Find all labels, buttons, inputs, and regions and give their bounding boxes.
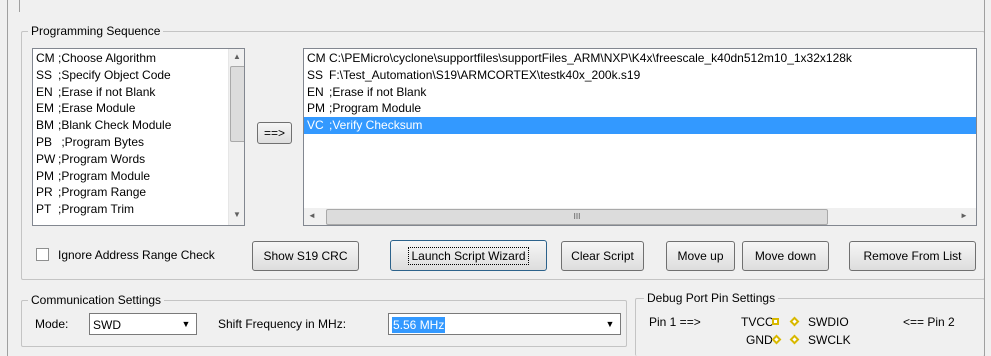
script-list-item-code: PM bbox=[307, 101, 325, 116]
script-list-hscrollbar[interactable]: ◄ III ► bbox=[304, 208, 976, 225]
show-s19-crc-label: Show S19 CRC bbox=[263, 249, 348, 263]
tvcc-pin-square-icon bbox=[772, 318, 779, 325]
move-down-button[interactable]: Move down bbox=[742, 241, 829, 271]
script-list-item[interactable]: EN ;Erase if not Blank bbox=[304, 84, 976, 101]
clear-script-label: Clear Script bbox=[571, 249, 634, 263]
command-list-item-description: ;Blank Check Module bbox=[58, 118, 172, 133]
command-list-item-description: ;Erase if not Blank bbox=[58, 84, 156, 99]
command-list-item-code: PR bbox=[36, 185, 53, 200]
dropdown-arrow-icon[interactable]: ▼ bbox=[601, 315, 619, 333]
swclk-label: SWCLK bbox=[808, 333, 851, 347]
command-list-item-description: ;Program Bytes bbox=[58, 135, 145, 149]
command-list-item-description: ;Program Range bbox=[58, 185, 147, 200]
command-list[interactable]: CM ;Choose Algorithm SS ;Specify Object Cod… bbox=[32, 48, 245, 226]
script-list-item-description: ;Erase if not Blank bbox=[329, 84, 427, 99]
command-list-item[interactable]: PB ;Program Bytes bbox=[33, 134, 244, 151]
script-list-item-code: VC bbox=[307, 118, 324, 133]
script-list[interactable]: CM C:\PEMicro\cyclone\supportfiles\suppor… bbox=[303, 48, 977, 226]
gnd-label: GND bbox=[746, 333, 773, 347]
script-list-item-description: ;Program Module bbox=[329, 101, 422, 116]
command-list-item-code: BM bbox=[36, 118, 54, 133]
command-list-item[interactable]: SS ;Specify Object Code bbox=[33, 67, 244, 84]
tvcc-label: TVCC bbox=[741, 315, 774, 329]
script-list-item[interactable]: CM C:\PEMicro\cyclone\supportfiles\suppor… bbox=[304, 50, 976, 67]
move-up-button[interactable]: Move up bbox=[666, 241, 735, 271]
command-list-item[interactable]: EM ;Erase Module bbox=[33, 100, 244, 117]
hscroll-thumb[interactable]: III bbox=[326, 209, 828, 225]
command-list-item[interactable]: BM ;Blank Check Module bbox=[33, 117, 244, 134]
script-list-item[interactable]: PM ;Program Module bbox=[304, 100, 976, 117]
pin2-label: <== Pin 2 bbox=[903, 315, 955, 329]
command-list-scrollbar[interactable]: ▲ ▼ bbox=[228, 49, 244, 225]
script-list-item-description: C:\PEMicro\cyclone\supportfiles\supportF… bbox=[329, 51, 852, 65]
outer-border-right bbox=[984, 0, 985, 356]
command-list-item[interactable]: EN ;Erase if not Blank bbox=[33, 84, 244, 101]
command-list-item[interactable]: CM ;Choose Algorithm bbox=[33, 50, 244, 67]
script-list-item-code: CM bbox=[307, 51, 326, 65]
shift-frequency-select[interactable]: 5.56 MHz ▼ bbox=[388, 313, 621, 335]
add-command-label: ==> bbox=[263, 126, 286, 140]
command-list-item-description: ;Program Words bbox=[58, 151, 146, 166]
command-list-item[interactable]: PT ;Program Trim bbox=[33, 201, 244, 218]
mode-select[interactable]: SWD ▼ bbox=[89, 313, 197, 335]
debug-port-title: Debug Port Pin Settings bbox=[644, 291, 779, 305]
command-list-item-code: PW bbox=[36, 151, 56, 166]
mode-label: Mode: bbox=[35, 317, 69, 331]
command-list-item-description: ;Specify Object Code bbox=[58, 67, 171, 82]
launch-script-wizard-label: Launch Script Wizard bbox=[408, 246, 529, 265]
script-list-item-code: SS bbox=[307, 67, 324, 82]
launch-script-wizard-button[interactable]: Launch Script Wizard bbox=[390, 240, 547, 271]
scroll-right-arrow-icon[interactable]: ► bbox=[956, 208, 972, 224]
scroll-up-arrow-icon[interactable]: ▲ bbox=[229, 49, 244, 65]
command-list-item-code: PT bbox=[36, 202, 52, 217]
script-list-item-code: EN bbox=[307, 84, 324, 99]
top-edge bbox=[0, 0, 991, 12]
communication-settings-title: Communication Settings bbox=[28, 293, 165, 307]
command-list-item[interactable]: PR ;Program Range bbox=[33, 184, 244, 201]
scroll-left-arrow-icon[interactable]: ◄ bbox=[304, 208, 320, 224]
script-list-item-description: ;Verify Checksum bbox=[329, 118, 423, 133]
add-command-button[interactable]: ==> bbox=[257, 122, 292, 144]
command-list-item-description: ;Erase Module bbox=[58, 101, 136, 116]
move-down-label: Move down bbox=[754, 249, 817, 263]
scroll-thumb[interactable] bbox=[230, 66, 244, 142]
hscroll-thumb-grip: III bbox=[573, 212, 581, 221]
command-list-item-description: ;Program Trim bbox=[58, 202, 135, 217]
ignore-range-label: Ignore Address Range Check bbox=[58, 248, 215, 262]
command-list-item-code: PM bbox=[36, 168, 54, 183]
swdio-label: SWDIO bbox=[808, 315, 849, 329]
command-list-item[interactable]: PW ;Program Words bbox=[33, 151, 244, 168]
move-up-label: Move up bbox=[677, 249, 724, 263]
mode-value: SWD bbox=[93, 318, 121, 332]
command-list-item-code: PB bbox=[36, 135, 53, 149]
shift-frequency-label: Shift Frequency in MHz: bbox=[218, 317, 347, 331]
command-list-item[interactable]: PM ;Program Module bbox=[33, 168, 244, 185]
remove-from-list-button[interactable]: Remove From List bbox=[849, 241, 976, 271]
command-list-item-code: EM bbox=[36, 101, 54, 116]
command-list-item-description: ;Program Module bbox=[58, 168, 151, 183]
scroll-down-arrow-icon[interactable]: ▼ bbox=[229, 207, 244, 223]
command-list-item-code: EN bbox=[36, 84, 53, 99]
show-s19-crc-button[interactable]: Show S19 CRC bbox=[252, 241, 359, 271]
command-list-item-description: ;Choose Algorithm bbox=[58, 51, 157, 65]
dropdown-arrow-icon[interactable]: ▼ bbox=[177, 315, 195, 333]
shift-frequency-value: 5.56 MHz bbox=[392, 317, 446, 333]
remove-from-list-label: Remove From List bbox=[863, 249, 962, 263]
programming-sequence-title: Programming Sequence bbox=[28, 24, 164, 38]
ignore-range-checkbox[interactable] bbox=[36, 248, 49, 261]
script-list-item-description: F:\Test_Automation\S19\ARMCORTEX\testk40… bbox=[329, 67, 641, 82]
command-list-item-code: SS bbox=[36, 67, 53, 82]
outer-border-left bbox=[7, 0, 8, 356]
pin1-label: Pin 1 ==> bbox=[649, 315, 701, 329]
script-list-item[interactable]: SS F:\Test_Automation\S19\ARMCORTEX\testk… bbox=[304, 67, 976, 84]
script-list-item[interactable]: VC ;Verify Checksum bbox=[304, 117, 976, 135]
command-list-item-code: CM bbox=[36, 51, 55, 65]
clear-script-button[interactable]: Clear Script bbox=[561, 241, 644, 271]
